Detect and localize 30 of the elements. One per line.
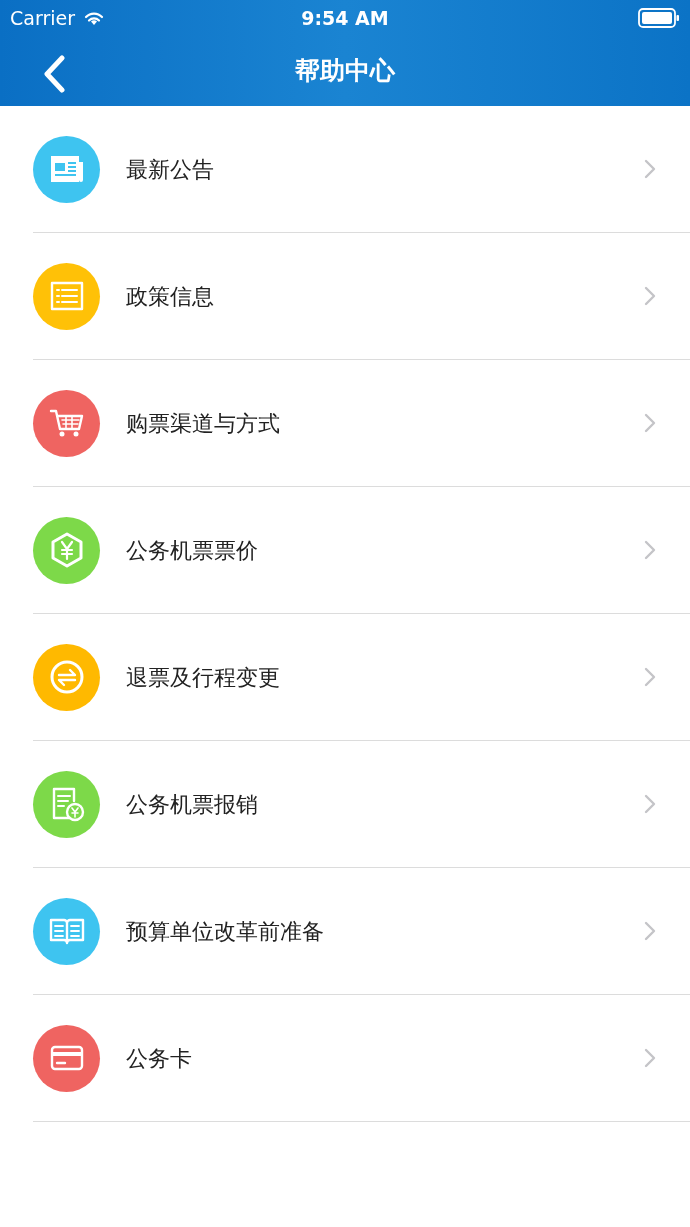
- menu-item[interactable]: 最新公告: [33, 106, 690, 233]
- item-label: 退票及行程变更: [126, 663, 281, 692]
- item-label: 公务机票票价: [126, 536, 259, 565]
- chevron-icon: [644, 1048, 656, 1068]
- wifi-icon: [83, 10, 105, 26]
- menu-item[interactable]: 公务机票报销: [33, 741, 690, 868]
- chevron-icon: [644, 540, 656, 560]
- menu-item[interactable]: 政策信息: [33, 233, 690, 360]
- item-label: 最新公告: [126, 155, 215, 184]
- menu-item[interactable]: 公务机票票价: [33, 487, 690, 614]
- page-title: 帮助中心: [295, 55, 395, 87]
- menu-item[interactable]: 购票渠道与方式: [33, 360, 690, 487]
- battery-icon: [638, 8, 680, 28]
- chevron-icon: [644, 286, 656, 306]
- chevron-icon: [644, 667, 656, 687]
- chevron-icon: [644, 159, 656, 179]
- menu-item[interactable]: 公务卡: [33, 995, 690, 1122]
- menu-item[interactable]: 预算单位改革前准备: [33, 868, 690, 995]
- item-label: 公务机票报销: [126, 790, 259, 819]
- chevron-icon: [644, 921, 656, 941]
- chevron-icon: [644, 794, 656, 814]
- item-label: 预算单位改革前准备: [126, 917, 325, 946]
- item-label: 政策信息: [126, 282, 215, 311]
- item-label: 购票渠道与方式: [126, 409, 281, 438]
- time-label: 9:54 AM: [301, 5, 389, 31]
- back-icon: [42, 55, 66, 93]
- carrier-label: Carrier: [10, 5, 75, 31]
- item-label: 公务卡: [126, 1044, 193, 1073]
- menu-item[interactable]: 退票及行程变更: [33, 614, 690, 741]
- chevron-icon: [644, 413, 656, 433]
